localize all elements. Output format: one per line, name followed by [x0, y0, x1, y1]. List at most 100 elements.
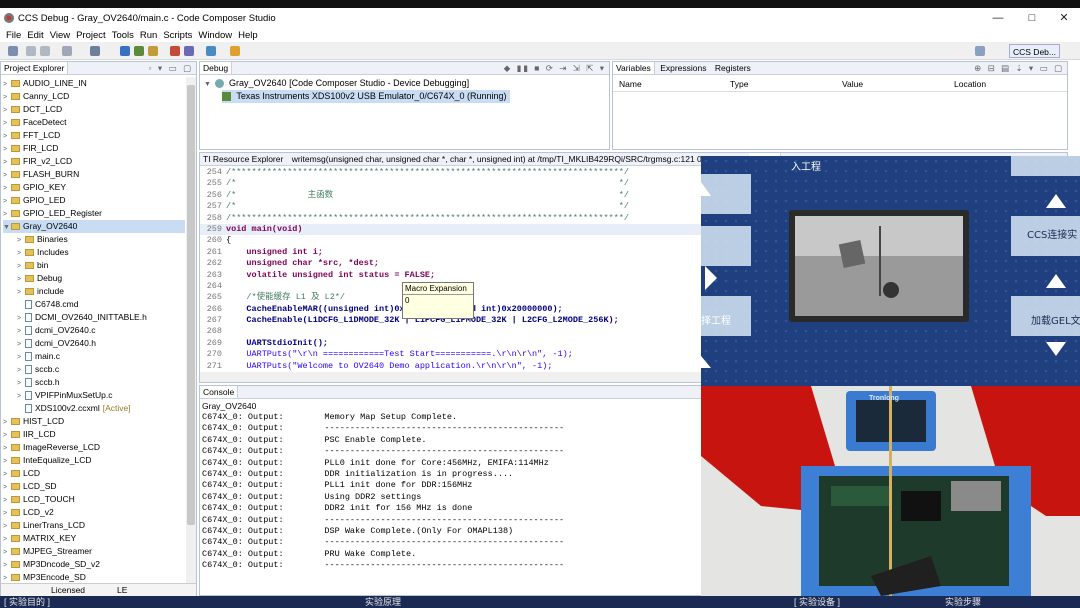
- tree-item[interactable]: > InteEqualize_LCD: [3, 454, 185, 467]
- code-line[interactable]: 257 /* */: [200, 201, 702, 212]
- tree-item[interactable]: > FLASH_BURN: [3, 168, 185, 181]
- code-line[interactable]: 254 /************************************…: [200, 167, 702, 178]
- save-all-icon[interactable]: [40, 46, 50, 56]
- menu-edit[interactable]: Edit: [27, 30, 43, 41]
- code-line[interactable]: 261 unsigned int i;: [200, 247, 702, 258]
- print-icon[interactable]: [62, 46, 72, 56]
- tree-item[interactable]: > GPIO_KEY: [3, 181, 185, 194]
- minimize-button[interactable]: —: [982, 8, 1014, 28]
- code-line[interactable]: 258 /************************************…: [200, 213, 702, 224]
- maximize-button[interactable]: □: [1016, 8, 1048, 28]
- tab-debug[interactable]: Debug: [200, 62, 233, 74]
- tree-item[interactable]: > HIST_LCD: [3, 415, 185, 428]
- tab-console[interactable]: Console: [200, 386, 239, 398]
- scrollbar[interactable]: [186, 77, 196, 584]
- tab-registers[interactable]: Registers: [712, 62, 754, 74]
- code-line[interactable]: 270 UARTPuts("\r\n ============Test Star…: [200, 349, 702, 360]
- tree-item[interactable]: > LCD_v2: [3, 506, 185, 519]
- tree-item[interactable]: > FIR_LCD: [3, 142, 185, 155]
- code-line[interactable]: 260 {: [200, 235, 702, 246]
- menu-help[interactable]: Help: [238, 30, 258, 41]
- panel-controls[interactable]: ▫ ▾ ▭ ▢: [149, 62, 193, 74]
- code-line[interactable]: 269 UARTStdioInit();: [200, 338, 702, 349]
- flash-icon[interactable]: [134, 46, 144, 56]
- tree-item[interactable]: C6748.cmd: [17, 298, 185, 311]
- tree-item[interactable]: > Canny_LCD: [3, 90, 185, 103]
- column-value[interactable]: Value: [842, 76, 863, 92]
- tree-item[interactable]: > Debug: [17, 272, 185, 285]
- tab-expressions[interactable]: Expressions: [657, 62, 709, 74]
- chapter-steps[interactable]: 实验步骤: [945, 596, 981, 608]
- code-line[interactable]: 263 volatile unsigned int status = FALSE…: [200, 270, 702, 281]
- tree-item[interactable]: > sccb.h: [17, 376, 185, 389]
- tree-item[interactable]: > LCD: [3, 467, 185, 480]
- tree-item[interactable]: > LCD_SD: [3, 480, 185, 493]
- column-location[interactable]: Location: [954, 76, 986, 92]
- tab-ti-resource-explorer[interactable]: TI Resource Explorer: [200, 153, 286, 165]
- tree-item[interactable]: > AUDIO_LINE_IN: [3, 77, 185, 90]
- tree-item[interactable]: > dcmi_OV2640.c: [17, 324, 185, 337]
- pin-icon[interactable]: [230, 46, 240, 56]
- menu-run[interactable]: Run: [140, 30, 157, 41]
- search-icon[interactable]: [184, 46, 194, 56]
- tree-item[interactable]: > MP3Dncode_SD_v2: [3, 558, 185, 571]
- tree-item[interactable]: XDS100v2.ccxml [Active]: [17, 402, 185, 415]
- tree-item[interactable]: > IIR_LCD: [3, 428, 185, 441]
- code-line[interactable]: 268: [200, 326, 702, 337]
- scrollbar-thumb[interactable]: [187, 85, 195, 525]
- code-line[interactable]: 262 unsigned char *src, *dest;: [200, 258, 702, 269]
- chapter-purpose[interactable]: [ 实验目的 ]: [4, 596, 50, 608]
- debug-session-row[interactable]: ▼ Gray_OV2640 [Code Composer Studio - De…: [204, 77, 469, 90]
- tree-item[interactable]: > GPIO_LED_Register: [3, 207, 185, 220]
- menu-project[interactable]: Project: [76, 30, 106, 41]
- tree-item[interactable]: > LinerTrans_LCD: [3, 519, 185, 532]
- tree-item[interactable]: > FaceDetect: [3, 116, 185, 129]
- code-line[interactable]: 259 void main(void): [200, 223, 702, 236]
- build-icon[interactable]: [90, 46, 100, 56]
- menu-scripts[interactable]: Scripts: [163, 30, 192, 41]
- column-name[interactable]: Name: [619, 76, 642, 92]
- tree-item[interactable]: > MJPEG_Streamer: [3, 545, 185, 558]
- chevron-down-icon[interactable]: ▼: [3, 221, 11, 234]
- tab-project-explorer[interactable]: Project Explorer: [1, 62, 69, 74]
- debug-target-row[interactable]: Texas Instruments XDS100v2 USB Emulator_…: [222, 90, 511, 103]
- code-line[interactable]: 271 UARTPuts("Welcome to OV2640 Demo app…: [200, 361, 702, 372]
- tree-item[interactable]: > FIR_v2_LCD: [3, 155, 185, 168]
- tree-item[interactable]: > DCT_LCD: [3, 103, 185, 116]
- chapter-principle[interactable]: 实验原理: [365, 596, 401, 608]
- variables-toolbar-icons[interactable]: ⊕ ⊟ ▤ ⇣ ▾ ▭ ▢: [974, 62, 1064, 74]
- run-icon[interactable]: [206, 46, 216, 56]
- tree-item[interactable]: > main.c: [17, 350, 185, 363]
- open-perspective-icon[interactable]: [975, 46, 985, 56]
- column-type[interactable]: Type: [730, 76, 748, 92]
- tab-variables[interactable]: Variables: [613, 62, 655, 74]
- code-area[interactable]: 254 /************************************…: [200, 167, 702, 372]
- close-button[interactable]: ✕: [1048, 8, 1080, 28]
- tree-item[interactable]: > DCMI_OV2640_INITTABLE.h: [17, 311, 185, 324]
- new-icon[interactable]: [8, 46, 18, 56]
- editor-hscrollbar[interactable]: [200, 372, 702, 382]
- tab-writemsg[interactable]: writemsg(unsigned char, unsigned char *,…: [289, 153, 747, 165]
- menu-view[interactable]: View: [50, 30, 70, 41]
- tree-item[interactable]: > VPIFPinMuxSetUp.c: [17, 389, 185, 402]
- tree-item[interactable]: ▼ Gray_OV2640: [3, 220, 185, 233]
- connect-icon[interactable]: [148, 46, 158, 56]
- code-line[interactable]: 255 /* */: [200, 178, 702, 189]
- tree-item[interactable]: > FFT_LCD: [3, 129, 185, 142]
- debug-icon[interactable]: [120, 46, 130, 56]
- save-icon[interactable]: [26, 46, 36, 56]
- tree-item[interactable]: > Binaries: [17, 233, 185, 246]
- tree-item[interactable]: > include: [17, 285, 185, 298]
- chapter-equipment[interactable]: [ 实验设备 ]: [794, 596, 840, 608]
- debug-toolbar-icons[interactable]: ◆ ▮▮ ■ ⟳ ⇥ ⇲ ⇱ ▾: [504, 62, 606, 74]
- code-line[interactable]: 256 /* 主函数 */: [200, 190, 702, 201]
- tree-item[interactable]: > LCD_TOUCH: [3, 493, 185, 506]
- tree-item[interactable]: > GPIO_LED: [3, 194, 185, 207]
- perspective-ccs-debug[interactable]: CCS Deb...: [1009, 44, 1060, 58]
- menu-file[interactable]: File: [6, 30, 21, 41]
- tree-item[interactable]: > Includes: [17, 246, 185, 259]
- menu-window[interactable]: Window: [198, 30, 232, 41]
- tree-item[interactable]: > ImageReverse_LCD: [3, 441, 185, 454]
- tree-item[interactable]: > bin: [17, 259, 185, 272]
- expand-arrow-icon[interactable]: ▼: [204, 78, 212, 91]
